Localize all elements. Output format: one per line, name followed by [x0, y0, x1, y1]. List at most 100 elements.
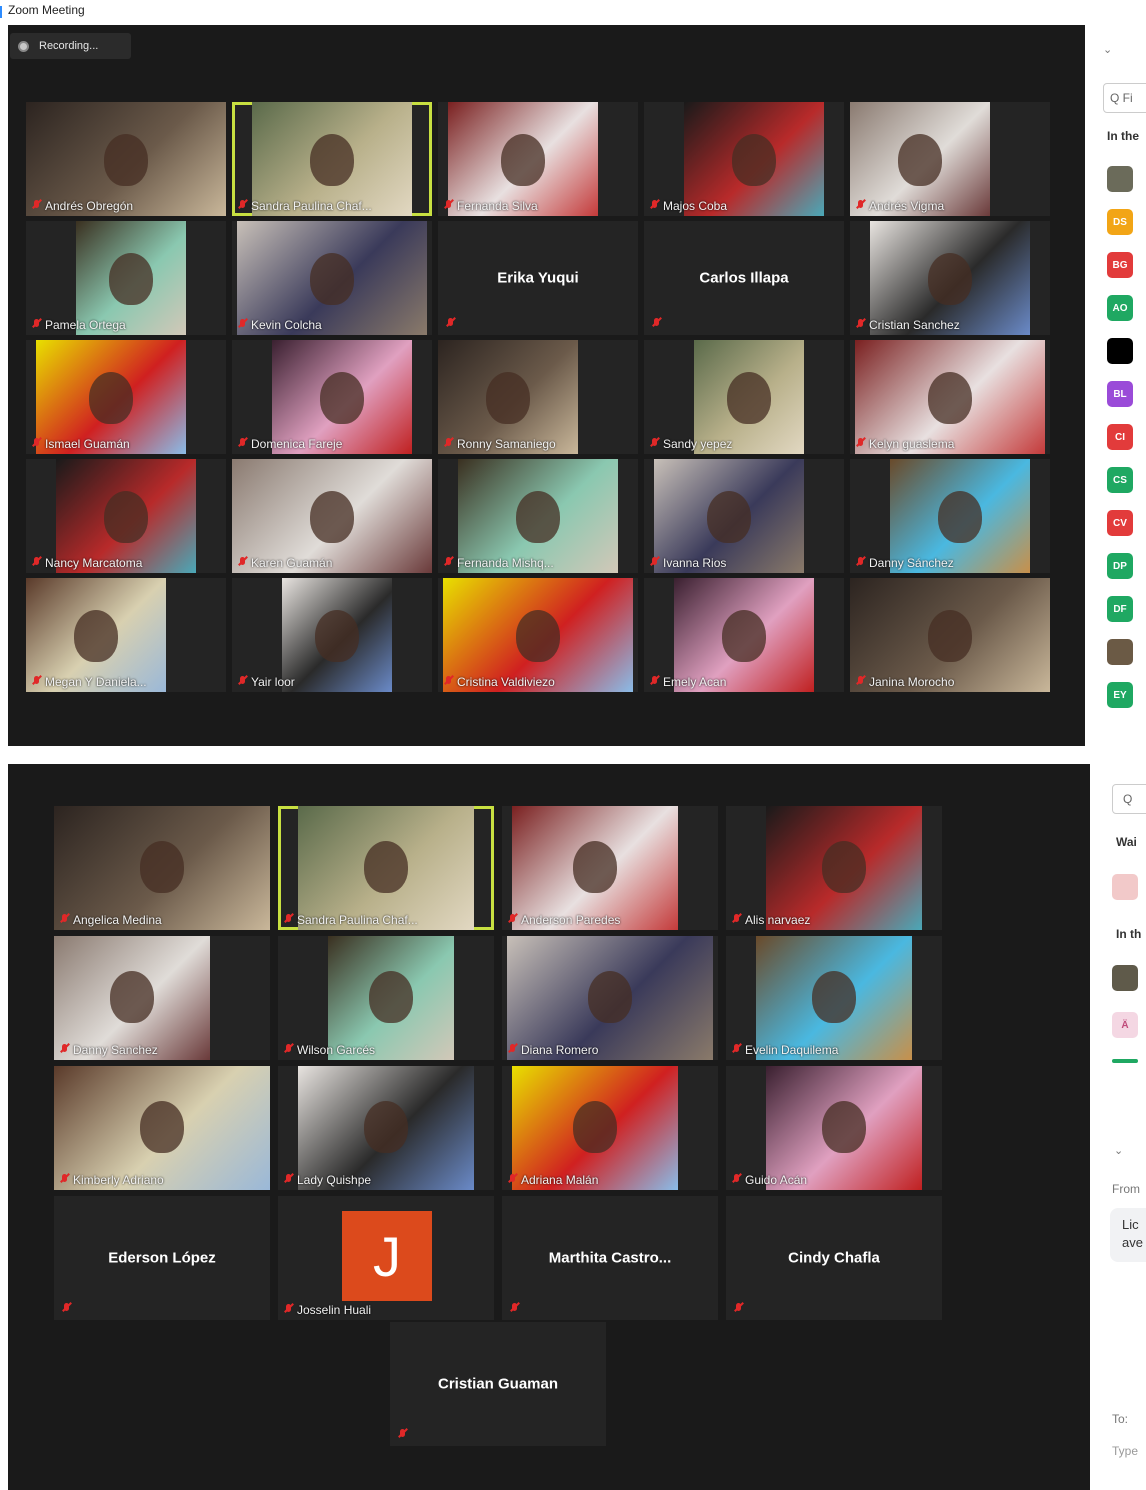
video-tile[interactable]: Angelica Medina: [54, 806, 270, 930]
participant-avatar: Ä: [1112, 1012, 1138, 1038]
participant-name: Marthita Castro...: [548, 1249, 672, 1267]
muted-mic-icon: [32, 676, 41, 688]
participant-search-input[interactable]: Q Fi: [1103, 83, 1146, 113]
participant-name-label: Domenica Fareje: [238, 437, 342, 451]
participant-name: Emely Acan: [663, 675, 727, 689]
video-tile[interactable]: Ederson López: [54, 1196, 270, 1320]
video-tile[interactable]: Ivanna Rios: [644, 459, 844, 573]
video-tile[interactable]: Ronny Samaniego: [438, 340, 638, 454]
participant-name: Evelin Daquilema: [745, 1043, 839, 1057]
video-tile[interactable]: Danny Sánchez: [850, 459, 1050, 573]
participant-silhouette: [140, 1100, 184, 1153]
video-tile[interactable]: Nancy Marcatoma: [26, 459, 226, 573]
participant-name: Sandra Paulina Chaf...: [297, 913, 418, 927]
video-tile[interactable]: Carlos Illapa: [644, 221, 844, 335]
muted-mic-icon: [510, 1303, 519, 1315]
participant-name: Ederson López: [108, 1249, 216, 1267]
video-tile[interactable]: Cristina Valdiviezo: [438, 578, 638, 692]
participant-name-label: Andrés Obregón: [32, 199, 133, 213]
participant-silhouette: [573, 840, 617, 893]
participant-name: Yair loor: [251, 675, 295, 689]
video-tile[interactable]: Kelyn guaslema: [850, 340, 1050, 454]
video-tile[interactable]: Anderson Paredes: [502, 806, 718, 930]
muted-mic-icon: [508, 1174, 517, 1186]
participant-search-input[interactable]: Q: [1112, 784, 1146, 814]
participant-avatar: [1107, 338, 1133, 364]
participant-silhouette: [310, 133, 354, 186]
participant-name-label: Cristian Sanchez: [856, 318, 960, 332]
muted-mic-icon: [60, 1044, 69, 1056]
video-tile[interactable]: Cristian Guaman: [390, 1322, 606, 1446]
muted-mic-icon: [444, 676, 453, 688]
video-tile[interactable]: Fernanda Mishq...: [438, 459, 638, 573]
video-tile[interactable]: Cristian Sanchez: [850, 221, 1050, 335]
participant-silhouette: [320, 371, 364, 424]
video-tile[interactable]: Sandy yepez: [644, 340, 844, 454]
video-tile[interactable]: Kevin Colcha: [232, 221, 432, 335]
chevron-down-icon[interactable]: ⌄: [1114, 1144, 1123, 1157]
muted-mic-icon: [32, 200, 41, 212]
participant-name-label: Alis narvaez: [732, 913, 810, 927]
muted-mic-icon: [238, 676, 247, 688]
video-tile[interactable]: Guido Acán: [726, 1066, 942, 1190]
participant-silhouette: [74, 609, 118, 662]
participant-silhouette: [310, 490, 354, 543]
participant-avatar: [1107, 166, 1133, 192]
chevron-down-icon[interactable]: ⌄: [1103, 43, 1112, 56]
participant-name: Kimberly Adriano: [73, 1173, 164, 1187]
participant-avatar: BG: [1107, 252, 1133, 278]
video-tile[interactable]: J Josselin Huali: [278, 1196, 494, 1320]
participant-name: Janina Morocho: [869, 675, 955, 689]
participant-silhouette: [812, 970, 856, 1023]
video-tile[interactable]: Karen Guamán: [232, 459, 432, 573]
participant-name-label: Kelyn guaslema: [856, 437, 954, 451]
participant-name: Ivanna Rios: [663, 556, 727, 570]
video-tile[interactable]: Erika Yuqui: [438, 221, 638, 335]
video-tile[interactable]: Yair loor: [232, 578, 432, 692]
chat-input[interactable]: Type: [1112, 1444, 1138, 1458]
video-tile[interactable]: Megan Y Daniela...: [26, 578, 226, 692]
video-tile[interactable]: Sandra Paulina Chaf...: [232, 102, 432, 216]
video-tile[interactable]: Marthita Castro...: [502, 1196, 718, 1320]
chat-message-text: Lic ave: [1122, 1217, 1143, 1250]
video-tile[interactable]: Andrés Vigma: [850, 102, 1050, 216]
video-tile[interactable]: Wilson Garcés: [278, 936, 494, 1060]
video-tile[interactable]: Diana Romero: [502, 936, 718, 1060]
video-tile[interactable]: Pamela Ortega: [26, 221, 226, 335]
muted-mic-icon: [734, 1303, 743, 1315]
participant-silhouette: [722, 609, 766, 662]
participant-name: Wilson Garcés: [297, 1043, 376, 1057]
participant-name-label: Ismael Guamán: [32, 437, 130, 451]
video-tile[interactable]: Domenica Fareje: [232, 340, 432, 454]
participant-silhouette: [104, 133, 148, 186]
video-tile[interactable]: Sandra Paulina Chaf...: [278, 806, 494, 930]
video-tile[interactable]: Emely Acan: [644, 578, 844, 692]
video-tile[interactable]: Fernanda Silva: [438, 102, 638, 216]
video-tile[interactable]: Kimberly Adriano: [54, 1066, 270, 1190]
video-tile[interactable]: Evelin Daquilema: [726, 936, 942, 1060]
participant-name-label: Sandra Paulina Chaf...: [238, 199, 372, 213]
video-tile[interactable]: Alis narvaez: [726, 806, 942, 930]
participant-name-label: Sandra Paulina Chaf...: [284, 913, 418, 927]
participant-avatar: DF: [1107, 596, 1133, 622]
video-tile[interactable]: Janina Morocho: [850, 578, 1050, 692]
muted-mic-icon: [856, 200, 865, 212]
video-tile[interactable]: Majos Coba: [644, 102, 844, 216]
video-tile[interactable]: Andrés Obregón: [26, 102, 226, 216]
participant-name: Cindy Chafla: [788, 1249, 880, 1267]
muted-mic-icon: [732, 1174, 741, 1186]
participant-silhouette: [109, 252, 153, 305]
waiting-participant-avatar: [1112, 874, 1138, 900]
recording-indicator[interactable]: Recording...: [10, 33, 131, 59]
video-tile[interactable]: Lady Quishpe: [278, 1066, 494, 1190]
video-tile[interactable]: Ismael Guamán: [26, 340, 226, 454]
muted-mic-icon: [508, 1044, 517, 1056]
video-tile[interactable]: Cindy Chafla: [726, 1196, 942, 1320]
participant-name-label: Megan Y Daniela...: [32, 675, 147, 689]
video-tile[interactable]: Adriana Malán: [502, 1066, 718, 1190]
participant-name-label: Guido Acán: [732, 1173, 807, 1187]
participant-silhouette: [822, 1100, 866, 1153]
muted-mic-icon: [60, 1174, 69, 1186]
video-tile[interactable]: Danny Sanchez: [54, 936, 270, 1060]
participant-avatar: AO: [1107, 295, 1133, 321]
